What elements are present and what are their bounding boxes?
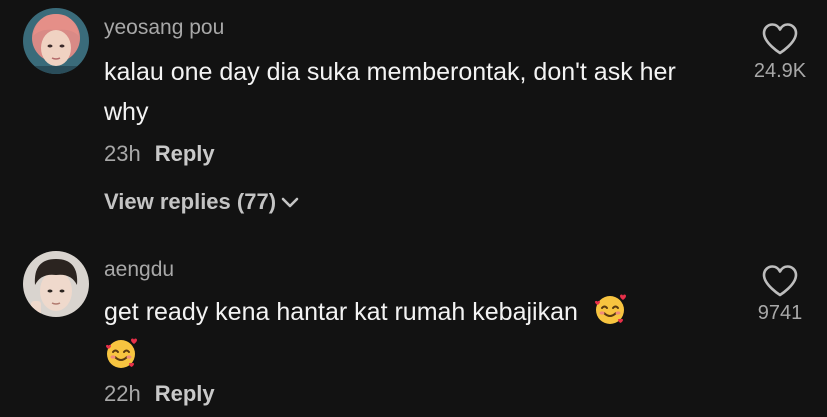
view-replies-button[interactable]: View replies (77) bbox=[104, 189, 300, 215]
view-replies-label: View replies (77) bbox=[104, 189, 277, 214]
avatar[interactable] bbox=[23, 251, 89, 317]
heart-outline-icon[interactable] bbox=[761, 22, 799, 56]
like-control: 9741 bbox=[740, 264, 820, 325]
comment-text: get ready kena hantar kat rumah kebajika… bbox=[104, 292, 704, 332]
avatar-image bbox=[23, 8, 89, 74]
heart-outline-icon[interactable] bbox=[761, 264, 799, 298]
reply-button[interactable]: Reply bbox=[155, 141, 215, 166]
smiling-face-with-hearts-emoji bbox=[106, 338, 137, 368]
avatar-image bbox=[23, 251, 89, 317]
like-control: 24.9K bbox=[740, 22, 820, 83]
avatar[interactable] bbox=[23, 8, 89, 74]
comment-item: yeosang pou kalau one day dia suka membe… bbox=[0, 0, 827, 240]
comment-text-body: get ready kena hantar kat rumah kebajika… bbox=[104, 298, 578, 326]
comment-meta: 23h Reply bbox=[104, 141, 215, 167]
emoji-line bbox=[104, 336, 138, 370]
chevron-down-icon bbox=[281, 197, 299, 208]
like-count: 24.9K bbox=[753, 60, 807, 82]
comment-time: 23h bbox=[104, 141, 141, 166]
reply-button[interactable]: Reply bbox=[155, 381, 215, 406]
comment-time: 22h bbox=[104, 381, 141, 406]
comment-meta: 22h Reply bbox=[104, 381, 215, 407]
username[interactable]: aengdu bbox=[104, 258, 174, 282]
smiling-face-with-hearts-emoji bbox=[594, 294, 626, 324]
comment-text: kalau one day dia suka memberontak, don'… bbox=[104, 58, 676, 126]
username[interactable]: yeosang pou bbox=[104, 16, 224, 40]
comment-item: aengdu get ready kena hantar kat rumah k… bbox=[0, 240, 827, 417]
like-count: 9741 bbox=[757, 302, 803, 324]
